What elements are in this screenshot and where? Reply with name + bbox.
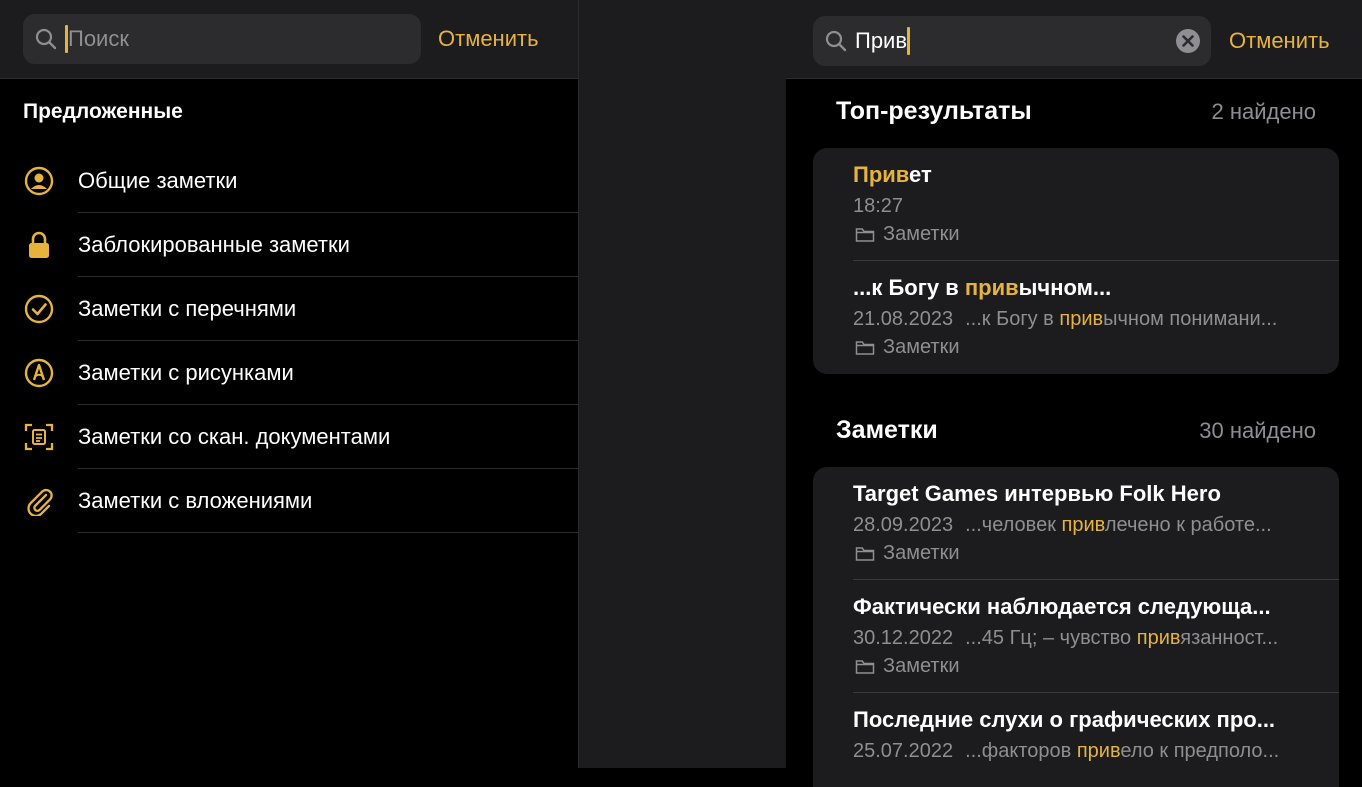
clear-search-icon[interactable]	[1175, 28, 1201, 54]
suggestion-scanned-notes[interactable]: Заметки со скан. документами	[0, 405, 578, 469]
section-title: Топ-результаты	[836, 97, 1032, 125]
suggestion-label: Заблокированные заметки	[78, 232, 350, 257]
suggestion-label: Заметки с перечнями	[78, 296, 297, 321]
search-icon	[33, 26, 59, 52]
suggestion-locked-notes[interactable]: Заблокированные заметки	[0, 213, 578, 277]
note-snippet: ...факторов привело к предполо...	[965, 740, 1280, 762]
folder-icon	[855, 340, 875, 355]
note-date: 18:27	[853, 195, 904, 217]
result-count: 30 найдено	[1199, 418, 1316, 443]
pencil-tip-circle-icon	[23, 357, 55, 389]
suggestion-shared-notes[interactable]: Общие заметки	[0, 149, 578, 213]
note-snippet: ...человек привлечено к работе...	[965, 514, 1272, 536]
note-folder: Заметки	[855, 336, 960, 359]
split-view-divider	[578, 0, 786, 768]
note-date: 28.09.2023	[853, 514, 954, 536]
note-result-row[interactable]: Привет 18:27 Заметки	[813, 148, 1339, 261]
search-input[interactable]: Прив	[813, 16, 1211, 66]
scan-document-icon	[23, 421, 55, 453]
note-date: 25.07.2022	[853, 740, 954, 762]
suggestion-label: Общие заметки	[78, 168, 238, 193]
suggestion-drawing-notes[interactable]: Заметки с рисунками	[0, 341, 578, 405]
paperclip-icon	[23, 485, 55, 517]
search-panel-left: Поиск Отменить Предложенные Общие заметк…	[0, 0, 578, 768]
note-meta: 18:27	[853, 195, 1319, 218]
note-result-row[interactable]: Target Games интервью Folk Hero 28.09.20…	[813, 467, 1339, 580]
suggestions-list: Общие заметки Заблокированные заметки За…	[0, 149, 578, 533]
checkmark-circle-icon	[23, 293, 55, 325]
cancel-button[interactable]: Отменить	[438, 26, 539, 52]
note-snippet: ...45 Гц; – чувство привязанност...	[965, 627, 1279, 649]
search-header: Поиск Отменить	[0, 0, 578, 79]
note-title: ...к Богу в привычном...	[853, 275, 1112, 300]
shared-person-icon	[23, 165, 55, 197]
note-folder: Заметки	[855, 655, 960, 678]
row-separator	[78, 532, 578, 533]
lock-icon	[23, 229, 55, 261]
folder-icon	[855, 659, 875, 674]
note-meta: 28.09.2023 ...человек привлечено к работе…	[853, 514, 1319, 537]
notes-results-header: Заметки 30 найдено	[836, 416, 1316, 445]
suggestion-attachment-notes[interactable]: Заметки с вложениями	[0, 469, 578, 533]
notes-results-card: Target Games интервью Folk Hero 28.09.20…	[813, 467, 1339, 787]
note-meta: 21.08.2023 ...к Богу в привычном понимани…	[853, 308, 1319, 331]
search-header: Прив Отменить	[786, 0, 1362, 79]
top-results-header: Топ-результаты 2 найдено	[836, 97, 1316, 126]
note-title: Фактически наблюдается следующа...	[853, 594, 1271, 619]
note-meta: 25.07.2022 ...факторов привело к предполо…	[853, 740, 1319, 763]
suggestion-label: Заметки с вложениями	[78, 488, 313, 513]
note-title: Target Games интервью Folk Hero	[853, 481, 1221, 506]
text-caret	[907, 27, 911, 55]
suggestion-checklist-notes[interactable]: Заметки с перечнями	[0, 277, 578, 341]
note-folder: Заметки	[855, 223, 960, 246]
search-placeholder: Поиск	[65, 25, 129, 53]
note-meta: 30.12.2022 ...45 Гц; – чувство привязанно…	[853, 627, 1319, 650]
note-result-row[interactable]: Фактически наблюдается следующа... 30.12…	[813, 580, 1339, 693]
note-result-row[interactable]: Последние слухи о графических про... 25.…	[813, 693, 1339, 787]
cancel-button[interactable]: Отменить	[1229, 28, 1330, 54]
suggestion-label: Заметки со скан. документами	[78, 424, 391, 449]
folder-icon	[855, 227, 875, 242]
suggestion-label: Заметки с рисунками	[78, 360, 294, 385]
search-input[interactable]: Поиск	[23, 14, 421, 64]
result-count: 2 найдено	[1211, 99, 1316, 124]
folder-icon	[855, 546, 875, 561]
top-results-card: Привет 18:27 Заметки ...к Богу в привычн…	[813, 148, 1339, 374]
note-title: Последние слухи о графических про...	[853, 707, 1276, 732]
note-date: 21.08.2023	[853, 308, 954, 330]
note-snippet: ...к Богу в привычном понимани...	[965, 308, 1278, 330]
search-icon	[823, 28, 849, 54]
suggested-section-title: Предложенные	[23, 100, 183, 123]
note-folder: Заметки	[855, 542, 960, 565]
note-date: 30.12.2022	[853, 627, 954, 649]
search-panel-right: Прив Отменить Топ-результаты 2 найдено П…	[786, 0, 1362, 787]
note-result-row[interactable]: ...к Богу в привычном... 21.08.2023 ...к …	[813, 261, 1339, 374]
search-query: Прив	[855, 27, 911, 55]
section-title: Заметки	[836, 416, 938, 444]
note-title: Привет	[853, 162, 932, 187]
